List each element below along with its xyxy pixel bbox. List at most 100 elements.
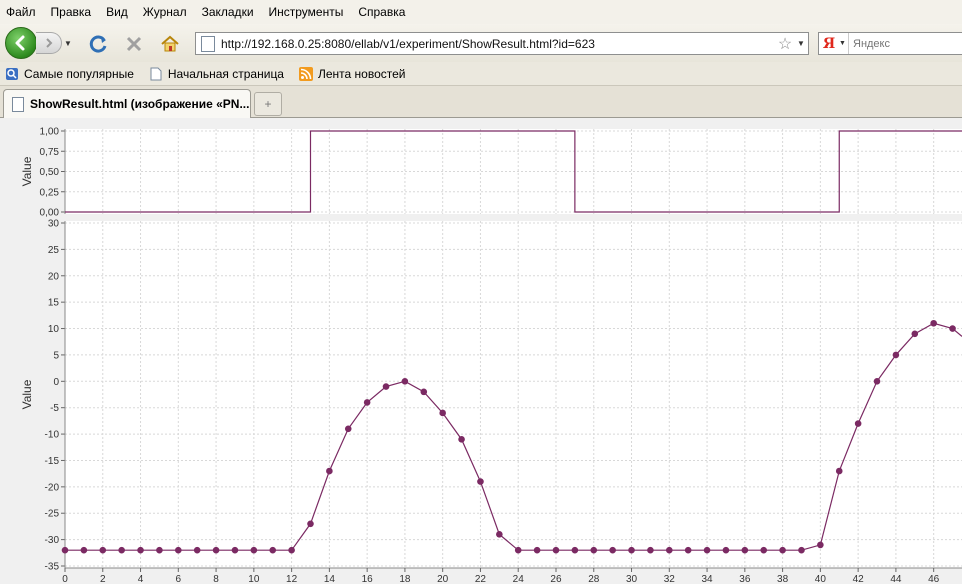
url-text[interactable]: http://192.168.0.25:8080/ellab/v1/experi…	[221, 37, 776, 51]
x-tick-label: 44	[890, 574, 902, 584]
y-tick-label: -35	[45, 562, 60, 573]
data-point	[835, 467, 843, 475]
y-tick-label: 1,00	[40, 127, 60, 138]
chart-canvas: 0,000,250,500,751,00Value302520151050-5-…	[20, 127, 962, 584]
y-tick-label: -5	[50, 403, 59, 414]
x-tick-label: 38	[777, 574, 789, 584]
stop-icon[interactable]	[123, 33, 145, 55]
data-point	[496, 531, 503, 538]
y-tick-label: 0,25	[40, 187, 60, 198]
history-dropdown-icon[interactable]: ▼	[63, 36, 73, 50]
x-tick-label: 14	[324, 574, 336, 584]
bookmarks-toolbar: Самые популярные Начальная страница Лент…	[0, 62, 962, 86]
forward-arrow-icon	[45, 38, 52, 48]
page-content: 0,00 0,25 0,50 0,75 1,00 Value 30 25 20 15 10 5 0 -5-…	[0, 118, 962, 584]
data-point	[817, 541, 824, 549]
y-tick-label: 0,00	[40, 208, 60, 219]
menu-history[interactable]: Журнал	[143, 5, 187, 19]
bookmark-most-visited[interactable]: Самые популярные	[5, 67, 134, 81]
home-icon[interactable]	[159, 33, 181, 55]
data-point	[760, 546, 768, 554]
data-point	[231, 546, 239, 554]
menu-file[interactable]: Файл	[6, 5, 36, 19]
menu-bar: Файл Правка Вид Журнал Закладки Инструме…	[0, 0, 962, 24]
y-tick-label: 0	[53, 377, 59, 388]
data-point	[609, 546, 616, 554]
data-point	[552, 546, 560, 554]
x-tick-label: 26	[550, 574, 562, 584]
data-point	[477, 478, 484, 485]
page-icon	[12, 96, 24, 112]
data-point	[798, 546, 805, 554]
data-point	[137, 546, 144, 554]
bookmark-label: Самые популярные	[24, 66, 134, 81]
data-point	[949, 325, 956, 332]
x-tick-label: 0	[62, 574, 68, 584]
search-input[interactable]	[849, 37, 959, 50]
reload-icon[interactable]	[88, 33, 110, 55]
forward-button[interactable]	[36, 32, 62, 54]
x-tick-label: 2	[100, 574, 106, 584]
data-point	[703, 546, 711, 554]
x-tick-label: 10	[248, 574, 260, 584]
data-point	[911, 330, 919, 338]
data-point	[288, 546, 295, 554]
menu-tools[interactable]: Инструменты	[269, 5, 344, 19]
rss-feed-icon	[298, 66, 313, 81]
y-tick-label: -25	[45, 509, 60, 520]
data-point	[873, 378, 881, 385]
data-point	[80, 546, 88, 554]
y-tick-label: -15	[45, 456, 60, 467]
bookmark-star-icon[interactable]: ☆	[776, 34, 794, 54]
bookmark-label: Лента новостей	[317, 66, 406, 81]
y-axis-label: Value	[20, 156, 34, 186]
x-tick-label: 32	[664, 574, 676, 584]
data-point	[590, 546, 598, 554]
y-tick-label: 25	[48, 245, 60, 256]
menu-view[interactable]: Вид	[106, 5, 128, 19]
most-visited-icon	[5, 67, 19, 81]
back-button[interactable]	[5, 27, 37, 59]
x-tick-label: 8	[213, 574, 219, 584]
x-tick-label: 4	[138, 574, 144, 584]
x-tick-label: 46	[928, 574, 940, 584]
data-point	[307, 520, 314, 528]
y-tick-label: 30	[48, 219, 60, 230]
x-tick-label: 28	[588, 574, 600, 584]
menu-edit[interactable]: Правка	[51, 5, 92, 19]
bookmark-label: Начальная страница	[167, 66, 284, 81]
menu-help[interactable]: Справка	[358, 5, 405, 19]
data-point	[741, 546, 749, 554]
new-tab-button[interactable]: +	[254, 92, 282, 116]
tab-label: ShowResult.html (изображение «PN...	[30, 97, 250, 111]
data-point	[175, 546, 182, 554]
page-icon	[201, 35, 215, 52]
x-tick-label: 34	[702, 574, 714, 584]
data-point	[212, 546, 220, 554]
x-tick-label: 16	[362, 574, 374, 584]
data-point	[571, 546, 579, 554]
x-tick-label: 12	[286, 574, 298, 584]
x-tick-label: 42	[853, 574, 865, 584]
search-engine-icon[interactable]: Я	[819, 33, 839, 54]
bookmark-start-page[interactable]: Начальная страница	[149, 67, 284, 81]
data-point	[892, 351, 900, 359]
data-point	[193, 546, 201, 554]
data-point	[269, 546, 277, 554]
navigation-toolbar: ▼ http://192.168.0.25:8080/ellab/v1/expe…	[0, 24, 962, 62]
menu-bookmarks[interactable]: Закладки	[202, 5, 254, 19]
data-point	[647, 546, 654, 554]
data-point	[722, 546, 730, 554]
url-dropdown-icon[interactable]: ▼	[794, 39, 808, 48]
address-bar[interactable]: http://192.168.0.25:8080/ellab/v1/experi…	[195, 32, 809, 55]
data-point	[61, 546, 69, 554]
search-box[interactable]: Я ▼	[818, 32, 962, 55]
y-axis-label: Value	[20, 379, 34, 409]
bookmark-news-feed[interactable]: Лента новостей	[298, 66, 406, 81]
tab-showresult[interactable]: ShowResult.html (изображение «PN...	[3, 89, 251, 118]
data-point	[250, 546, 258, 554]
data-point	[326, 467, 333, 475]
data-point	[118, 546, 125, 554]
x-tick-label: 6	[176, 574, 182, 584]
search-engine-dropdown-icon[interactable]: ▼	[839, 33, 849, 54]
